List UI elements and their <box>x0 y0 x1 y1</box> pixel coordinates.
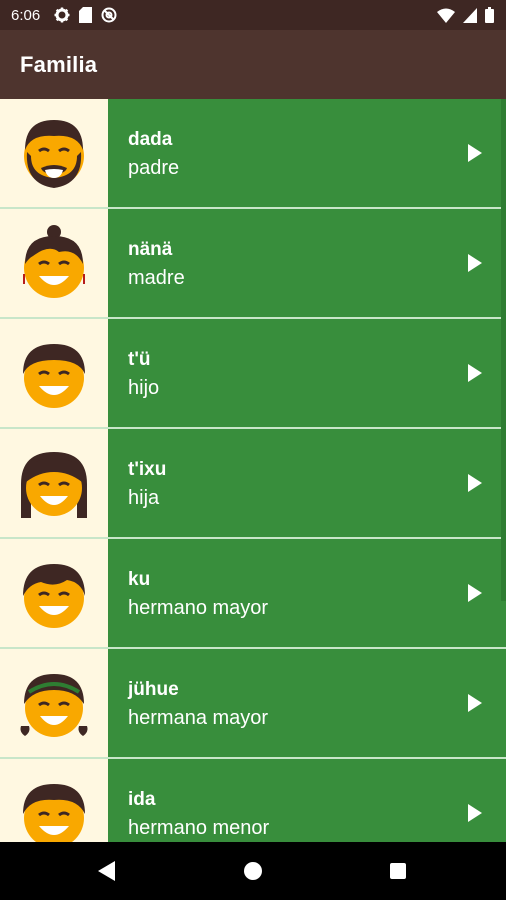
app-bar: Familia <box>0 30 506 99</box>
battery-icon <box>485 7 494 23</box>
navigation-bar <box>0 842 506 900</box>
word-card[interactable]: nänä madre <box>108 209 506 317</box>
gear-icon <box>54 7 70 23</box>
status-icons-right <box>437 7 494 23</box>
play-icon[interactable] <box>468 144 482 162</box>
spanish-word: hermana mayor <box>128 707 269 729</box>
spanish-word: hermano mayor <box>128 597 269 619</box>
vocabulary-list[interactable]: dada padre nänä madre t'ü hijo t'ixu hij… <box>0 99 506 842</box>
status-bar: 6:06 <box>0 0 506 30</box>
native-word: t'ü <box>128 349 151 370</box>
native-word: ida <box>128 789 156 810</box>
home-icon[interactable] <box>244 862 262 880</box>
avatar <box>0 99 108 207</box>
list-item[interactable]: dada padre <box>0 99 506 207</box>
back-icon[interactable] <box>98 861 115 881</box>
older-sister-avatar-icon <box>20 674 88 737</box>
list-item[interactable]: ida hermano menor <box>0 759 506 842</box>
list-item[interactable]: jühue hermana mayor <box>0 649 506 757</box>
play-icon[interactable] <box>468 364 482 382</box>
spanish-word: madre <box>128 267 185 289</box>
play-icon[interactable] <box>468 474 482 492</box>
native-word: dada <box>128 129 173 150</box>
recents-icon[interactable] <box>390 863 406 879</box>
spanish-word: hijo <box>128 377 160 399</box>
word-card[interactable]: t'ü hijo <box>108 319 506 427</box>
mother-avatar-icon <box>23 225 85 298</box>
native-word: jühue <box>128 679 179 700</box>
native-word: t'ixu <box>128 459 167 480</box>
spanish-word: hija <box>128 487 160 509</box>
word-card[interactable]: t'ixu hija <box>108 429 506 537</box>
avatar <box>0 429 108 537</box>
sd-card-icon <box>79 7 93 23</box>
status-time: 6:06 <box>11 6 41 24</box>
word-card[interactable]: dada padre <box>108 99 506 207</box>
older-brother-avatar-icon <box>23 564 85 628</box>
at-icon <box>101 7 117 23</box>
word-card[interactable]: ku hermano mayor <box>108 539 506 647</box>
play-icon[interactable] <box>468 694 482 712</box>
play-icon[interactable] <box>468 584 482 602</box>
page-title: Familia <box>20 51 98 77</box>
list-item[interactable]: nänä madre <box>0 209 506 317</box>
signal-icon <box>463 7 477 23</box>
avatar <box>0 759 108 842</box>
avatar <box>0 539 108 647</box>
play-icon[interactable] <box>468 254 482 272</box>
list-item[interactable]: t'ixu hija <box>0 429 506 537</box>
avatar <box>0 649 108 757</box>
native-word: ku <box>128 569 151 590</box>
avatar <box>0 319 108 427</box>
son-avatar-icon <box>23 344 85 408</box>
list-item[interactable]: t'ü hijo <box>0 319 506 427</box>
status-icons-left <box>54 7 117 23</box>
list-item[interactable]: ku hermano mayor <box>0 539 506 647</box>
younger-brother-avatar-icon <box>23 784 85 842</box>
wifi-icon <box>437 8 455 23</box>
scrollbar[interactable] <box>501 99 506 601</box>
play-icon[interactable] <box>468 804 482 822</box>
daughter-avatar-icon <box>21 452 87 518</box>
spanish-word: hermano menor <box>128 817 270 839</box>
spanish-word: padre <box>128 157 180 179</box>
word-card[interactable]: jühue hermana mayor <box>108 649 506 757</box>
father-avatar-icon <box>24 120 84 188</box>
word-card[interactable]: ida hermano menor <box>108 759 506 842</box>
native-word: nänä <box>128 239 173 260</box>
avatar <box>0 209 108 317</box>
